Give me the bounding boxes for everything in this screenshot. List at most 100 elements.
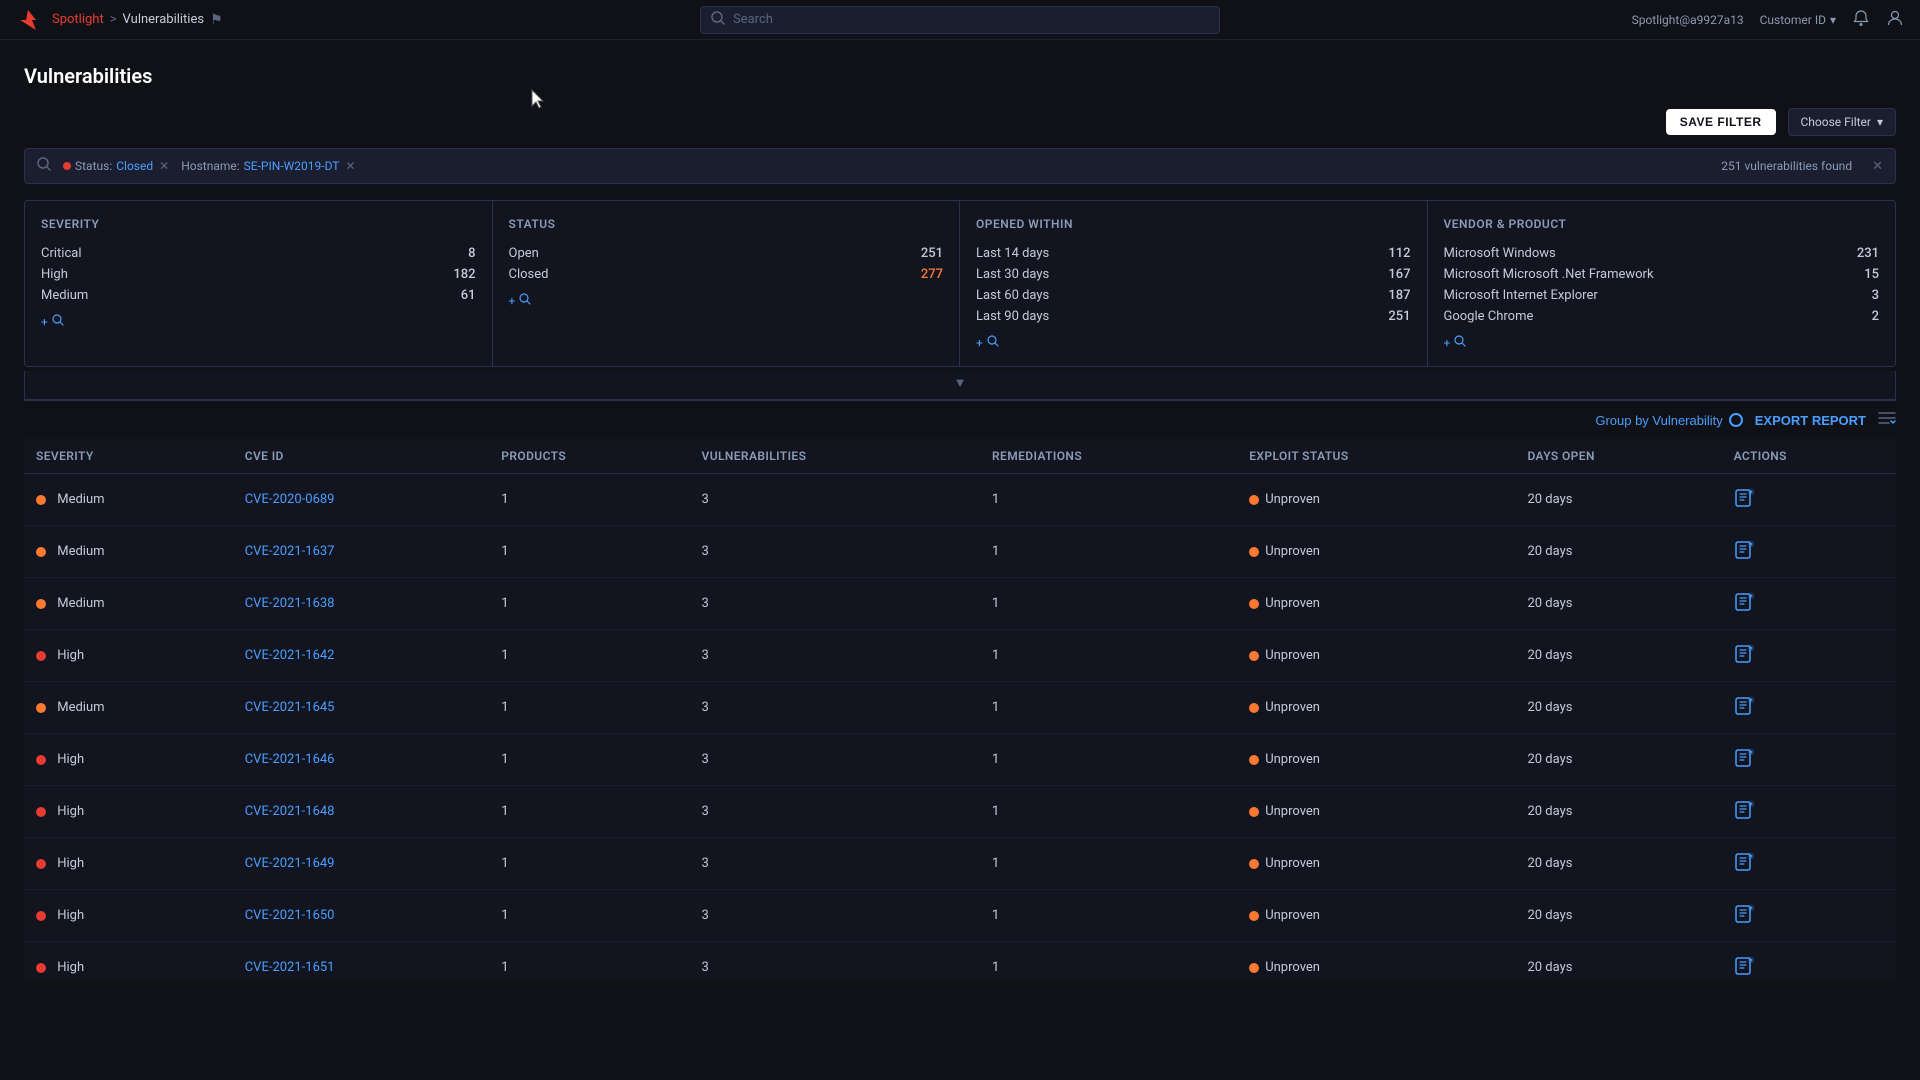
cell-products-7: 1 (489, 838, 689, 890)
choose-filter-dropdown[interactable]: Choose Filter ▾ (1788, 108, 1897, 136)
ms-windows-count: 231 (1857, 246, 1879, 261)
action-button-6[interactable] (1734, 804, 1756, 825)
page-content: Vulnerabilities SAVE FILTER Choose Filte… (0, 40, 1920, 979)
plus-icon: + (976, 336, 983, 350)
last14-count: 112 (1388, 246, 1410, 261)
table-row[interactable]: High CVE-2021-1642 1 3 1 Unproven 20 day… (24, 630, 1896, 682)
cell-vulnerabilities-1: 3 (690, 526, 981, 578)
summary-panels: Severity Critical 8 High 182 Medium 61 + (24, 200, 1896, 367)
remove-hostname-filter[interactable]: ✕ (345, 159, 355, 173)
high-label: High (41, 267, 68, 282)
cell-remediations-4: 1 (980, 682, 1237, 734)
search-bar[interactable]: Search (700, 6, 1220, 34)
table-row[interactable]: High CVE-2021-1649 1 3 1 Unproven 20 day… (24, 838, 1896, 890)
col-products[interactable]: Products (489, 439, 689, 474)
customer-id-dropdown[interactable]: Customer ID ▾ (1760, 13, 1836, 27)
status-closed-row[interactable]: Closed 277 (509, 264, 944, 285)
severity-value: High (57, 908, 84, 923)
severity-critical-row[interactable]: Critical 8 (41, 243, 476, 264)
column-toggle-button[interactable] (1878, 411, 1896, 429)
ms-dotnet-row[interactable]: Microsoft Microsoft .Net Framework 15 (1444, 264, 1880, 285)
critical-label: Critical (41, 246, 81, 261)
col-remediations[interactable]: Remediations (980, 439, 1237, 474)
col-days-open[interactable]: Days open (1515, 439, 1721, 474)
action-button-8[interactable] (1734, 908, 1756, 929)
table-row[interactable]: High CVE-2021-1648 1 3 1 Unproven 20 day… (24, 786, 1896, 838)
cell-products-8: 1 (489, 890, 689, 942)
table-row[interactable]: Medium CVE-2021-1638 1 3 1 Unproven 20 d… (24, 578, 1896, 630)
nav-right: Spotlight@a9927a13 Customer ID ▾ (1632, 9, 1904, 30)
exploit-status-dot (1249, 599, 1259, 609)
last90-row[interactable]: Last 90 days 251 (976, 306, 1411, 327)
action-button-0[interactable] (1734, 492, 1756, 513)
medium-count: 61 (461, 288, 476, 303)
cell-exploit-1: Unproven (1237, 526, 1515, 578)
opened-add-filter[interactable]: + (976, 335, 1411, 350)
action-button-2[interactable] (1734, 596, 1756, 617)
status-add-filter[interactable]: + (509, 293, 944, 308)
table-row[interactable]: Medium CVE-2021-1645 1 3 1 Unproven 20 d… (24, 682, 1896, 734)
remove-status-filter[interactable]: ✕ (159, 159, 169, 173)
cell-products-0: 1 (489, 474, 689, 526)
cell-products-2: 1 (489, 578, 689, 630)
severity-value: Medium (57, 596, 104, 611)
ms-ie-count: 3 (1872, 288, 1879, 303)
cell-products-6: 1 (489, 786, 689, 838)
group-by-label: Group by Vulnerability (1595, 413, 1722, 428)
ms-windows-label: Microsoft Windows (1444, 246, 1556, 261)
severity-dot (36, 963, 46, 973)
group-by-vulnerability-button[interactable]: Group by Vulnerability (1595, 413, 1742, 428)
collapse-panels-button[interactable]: ▼ (948, 371, 972, 395)
close-filters-icon[interactable]: ✕ (1872, 159, 1883, 174)
col-exploit-status[interactable]: Exploit status (1237, 439, 1515, 474)
hostname-label: Hostname: (181, 159, 239, 173)
col-cve-id[interactable]: CVE ID (233, 439, 490, 474)
action-button-7[interactable] (1734, 856, 1756, 877)
user-email: Spotlight@a9927a13 (1632, 13, 1744, 27)
export-report-button[interactable]: EXPORT REPORT (1755, 413, 1866, 428)
action-button-4[interactable] (1734, 700, 1756, 721)
cell-actions-5 (1722, 734, 1896, 786)
action-button-1[interactable] (1734, 544, 1756, 565)
table-row[interactable]: High CVE-2021-1650 1 3 1 Unproven 20 day… (24, 890, 1896, 942)
cell-actions-3 (1722, 630, 1896, 682)
table-row[interactable]: High CVE-2021-1651 1 3 1 Unproven 20 day… (24, 942, 1896, 980)
status-open-row[interactable]: Open 251 (509, 243, 944, 264)
notifications-icon[interactable] (1852, 9, 1870, 30)
col-severity[interactable]: Severity (24, 439, 233, 474)
google-chrome-row[interactable]: Google Chrome 2 (1444, 306, 1880, 327)
search-small-icon (987, 335, 999, 350)
table-row[interactable]: Medium CVE-2020-0689 1 3 1 Unproven 20 d… (24, 474, 1896, 526)
vulnerabilities-link[interactable]: Vulnerabilities (123, 12, 205, 27)
vulnerabilities-table-wrapper: Severity CVE ID Products Vulnerabilities… (24, 439, 1896, 979)
save-filter-button[interactable]: SAVE FILTER (1666, 109, 1776, 135)
last14-row[interactable]: Last 14 days 112 (976, 243, 1411, 264)
vendor-add-filter[interactable]: + (1444, 335, 1880, 350)
severity-add-filter[interactable]: + (41, 314, 476, 329)
cell-actions-4 (1722, 682, 1896, 734)
medium-label: Medium (41, 288, 88, 303)
top-navigation: Spotlight > Vulnerabilities ⚑ Search Spo… (0, 0, 1920, 40)
filter-search-icon (37, 157, 51, 175)
falcon-icon (16, 8, 40, 32)
vulnerability-count: 251 vulnerabilities found (1721, 159, 1852, 173)
severity-dot (36, 703, 46, 713)
table-row[interactable]: Medium CVE-2021-1637 1 3 1 Unproven 20 d… (24, 526, 1896, 578)
severity-high-row[interactable]: High 182 (41, 264, 476, 285)
table-row[interactable]: High CVE-2021-1646 1 3 1 Unproven 20 day… (24, 734, 1896, 786)
status-filter-tag: Status: Closed ✕ (63, 159, 169, 173)
action-button-9[interactable] (1734, 960, 1756, 979)
cell-cve-8: CVE-2021-1650 (233, 890, 490, 942)
bookmark-icon[interactable]: ⚑ (210, 12, 223, 28)
col-vulnerabilities[interactable]: Vulnerabilities (690, 439, 981, 474)
spotlight-link[interactable]: Spotlight (52, 12, 104, 27)
exploit-status-value: Unproven (1265, 960, 1320, 975)
severity-medium-row[interactable]: Medium 61 (41, 285, 476, 306)
user-profile-icon[interactable] (1886, 9, 1904, 30)
action-button-3[interactable] (1734, 648, 1756, 669)
last30-row[interactable]: Last 30 days 167 (976, 264, 1411, 285)
action-button-5[interactable] (1734, 752, 1756, 773)
ms-ie-row[interactable]: Microsoft Internet Explorer 3 (1444, 285, 1880, 306)
last60-row[interactable]: Last 60 days 187 (976, 285, 1411, 306)
ms-windows-row[interactable]: Microsoft Windows 231 (1444, 243, 1880, 264)
